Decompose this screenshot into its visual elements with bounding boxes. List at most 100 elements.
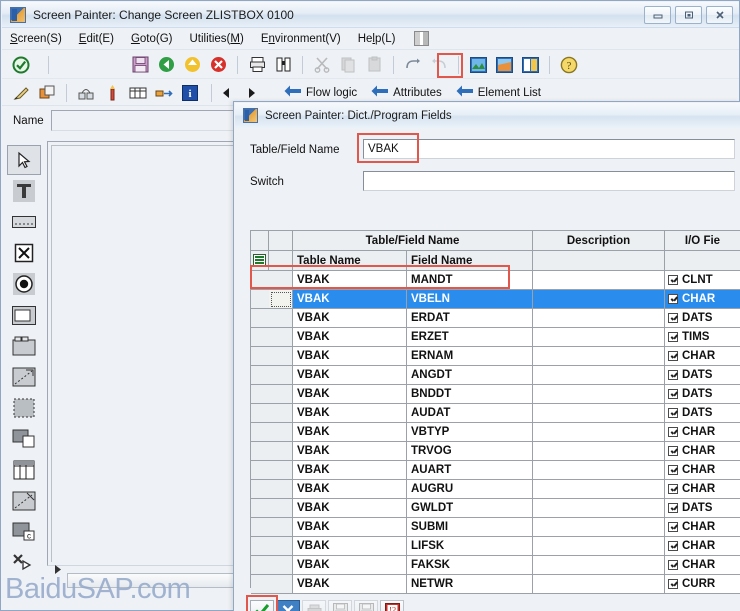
cell-field-name[interactable]: FAKSK [407,556,533,575]
grid-column-header-field-name[interactable]: Field Name [407,251,533,271]
cell-io-field[interactable]: CHAR [665,537,740,556]
row-select-cell[interactable] [269,556,293,575]
cell-table-name[interactable]: VBAK [293,366,407,385]
element-list-icon[interactable] [519,54,541,76]
menu-item-screen[interactable]: Screen(S) [10,33,62,45]
exit-yellow-arrow-icon[interactable] [181,54,203,76]
table-row[interactable]: VBAK MANDT CLNT [251,271,740,290]
io-checkbox-icon[interactable] [668,560,678,570]
cell-field-name[interactable]: NETWR [407,575,533,594]
print-icon[interactable] [246,54,268,76]
row-select-cell[interactable] [269,480,293,499]
row-select-cell[interactable] [269,461,293,480]
cell-field-name[interactable]: AUGRU [407,480,533,499]
menu-item-environment[interactable]: Environment(V) [261,33,341,45]
tabstrip-icon[interactable] [7,331,41,361]
table-row[interactable]: VBAK FAKSK CHAR [251,556,740,575]
row-select-cell[interactable] [269,537,293,556]
table-control-icon[interactable] [7,455,41,485]
table-row[interactable]: VBAK SUBMI CHAR [251,518,740,537]
cell-field-name[interactable]: VBTYP [407,423,533,442]
green-check-confirm-icon[interactable] [250,599,274,611]
cell-description[interactable] [533,404,665,423]
cell-description[interactable] [533,290,665,309]
cell-field-name[interactable]: AUART [407,461,533,480]
cell-description[interactable] [533,385,665,404]
cell-field-name[interactable]: ERNAM [407,347,533,366]
nav-link-flow-logic[interactable]: Flow logic [284,85,357,100]
group-elements-icon[interactable] [75,82,97,104]
cell-field-name[interactable]: GWLDT [407,499,533,518]
cell-table-name[interactable]: VBAK [293,290,407,309]
table-row[interactable]: VBAK LIFSK CHAR [251,537,740,556]
cell-field-name[interactable]: SUBMI [407,518,533,537]
table-row[interactable]: VBAK GWLDT DATS [251,499,740,518]
row-select-cell[interactable] [269,347,293,366]
row-select-cell[interactable] [269,328,293,347]
custom-control-icon[interactable] [7,486,41,516]
maximize-icon[interactable] [675,6,702,24]
layout-editor-icon[interactable] [467,54,489,76]
cell-description[interactable] [533,366,665,385]
io-checkbox-icon[interactable] [668,427,678,437]
screen-design-canvas[interactable] [47,141,239,566]
grid-group-header-table-field-name[interactable]: Table/Field Name [293,231,533,251]
cell-description[interactable] [533,423,665,442]
row-select-cell[interactable] [269,518,293,537]
copy-screen-icon[interactable] [36,82,58,104]
cell-io-field[interactable]: TIMS [665,328,740,347]
cell-description[interactable] [533,499,665,518]
pencil-test-icon[interactable] [10,82,32,104]
row-select-cell[interactable] [269,575,293,594]
cell-io-field[interactable]: DATS [665,385,740,404]
cell-io-field[interactable]: CLNT [665,271,740,290]
row-select-cell[interactable] [269,442,293,461]
cell-description[interactable] [533,537,665,556]
cell-field-name[interactable]: LIFSK [407,537,533,556]
table-row[interactable]: VBAK ERZET TIMS [251,328,740,347]
io-checkbox-icon[interactable] [668,389,678,399]
cell-description[interactable] [533,518,665,537]
cell-description[interactable] [533,575,665,594]
cell-io-field[interactable]: CHAR [665,347,740,366]
pushbutton-icon[interactable] [7,300,41,330]
cell-table-name[interactable]: VBAK [293,309,407,328]
attributes-pin-icon[interactable] [101,82,123,104]
group-box-icon[interactable] [7,424,41,454]
next-arrow-icon[interactable] [244,83,260,103]
nav-link-attributes[interactable]: Attributes [371,85,442,100]
cell-io-field[interactable]: DATS [665,366,740,385]
help-red-book-icon[interactable]: !? [380,599,404,611]
io-checkbox-icon[interactable] [668,484,678,494]
nav-link-element-list[interactable]: Element List [456,85,541,100]
cell-io-field[interactable]: CHAR [665,480,740,499]
cell-io-field[interactable]: CHAR [665,461,740,480]
cell-table-name[interactable]: VBAK [293,442,407,461]
switch-input[interactable] [363,171,735,191]
cell-table-name[interactable]: VBAK [293,518,407,537]
cell-table-name[interactable]: VBAK [293,404,407,423]
cell-table-name[interactable]: VBAK [293,328,407,347]
table-row[interactable]: VBAK ANGDT DATS [251,366,740,385]
minimize-icon[interactable] [644,6,671,24]
io-checkbox-icon[interactable] [668,503,678,513]
io-checkbox-icon[interactable] [668,370,678,380]
grid-column-header-io[interactable] [665,251,740,271]
io-checkbox-icon[interactable] [668,408,678,418]
io-checkbox-icon[interactable] [668,294,678,304]
io-checkbox-icon[interactable] [668,465,678,475]
table-control-icon[interactable] [127,82,149,104]
cell-table-name[interactable]: VBAK [293,537,407,556]
undo-icon[interactable] [402,54,424,76]
save-icon[interactable] [129,54,151,76]
table-row[interactable]: VBAK VBTYP CHAR [251,423,740,442]
cell-table-name[interactable]: VBAK [293,575,407,594]
cell-io-field[interactable]: DATS [665,499,740,518]
io-checkbox-icon[interactable] [668,541,678,551]
status-icon[interactable]: c [7,517,41,547]
table-row[interactable]: VBAK AUDAT DATS [251,404,740,423]
radio-button-icon[interactable] [7,269,41,299]
io-checkbox-icon[interactable] [668,446,678,456]
enter-check-icon[interactable] [10,54,32,76]
row-select-cell[interactable] [269,309,293,328]
